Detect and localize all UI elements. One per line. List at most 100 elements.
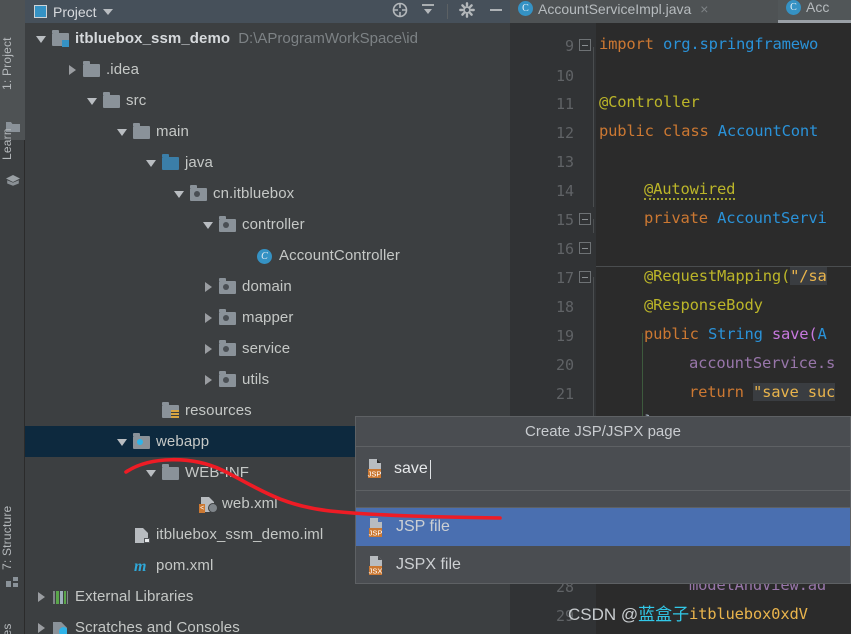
tree-row-package-mapper[interactable]: mapper (25, 302, 510, 333)
tool-tab-favorites[interactable]: tes (0, 600, 25, 634)
tree-row-package-cn-itbluebox[interactable]: cn.itbluebox (25, 178, 510, 209)
module-folder-icon (52, 29, 69, 47)
resource-root-icon (162, 401, 179, 419)
tool-tab-learn-label: Learn (0, 128, 14, 160)
chevron-right-icon[interactable] (202, 311, 216, 325)
locate-icon[interactable] (391, 1, 409, 22)
chevron-right-icon[interactable] (66, 63, 80, 77)
java-class-icon: C (518, 1, 533, 16)
project-panel-header: Project (25, 0, 510, 23)
tree-label: pom.xml (156, 557, 214, 574)
code-line-15: private AccountServi (644, 209, 827, 227)
chevron-down-icon[interactable] (102, 8, 113, 15)
jsp-file-icon: JSP (367, 517, 387, 537)
chevron-right-icon[interactable] (202, 373, 216, 387)
code-line-14: @Autowired (644, 180, 736, 200)
chevron-down-icon[interactable] (116, 435, 130, 449)
tree-label: controller (242, 216, 305, 233)
csdn-watermark-author: 蓝盒子 (638, 605, 690, 624)
tree-row-class-accountcontroller[interactable]: C AccountController (25, 240, 510, 271)
chevron-down-icon[interactable] (86, 94, 100, 108)
package-icon (190, 184, 207, 202)
tree-row-src[interactable]: src (25, 85, 510, 116)
editor-tab-label: Acc (806, 0, 830, 15)
project-panel-title-group[interactable]: Project (25, 4, 113, 20)
new-file-name-input[interactable]: JSP save (356, 447, 850, 491)
gutter-guide-line (593, 219, 594, 233)
package-icon (219, 277, 236, 295)
learn-icon (5, 172, 21, 188)
code-line-21: return "save suc (689, 383, 836, 401)
tree-label: Scratches and Consoles (75, 619, 240, 634)
chevron-down-icon[interactable] (202, 218, 216, 232)
svg-text:JSX: JSX (369, 566, 383, 575)
close-icon[interactable]: × (700, 1, 708, 17)
tree-row-main[interactable]: main (25, 116, 510, 147)
tool-tab-structure[interactable]: 7: Structure (0, 458, 25, 570)
chevron-right-icon[interactable] (202, 342, 216, 356)
project-panel-title: Project (53, 3, 97, 20)
tree-row-idea[interactable]: .idea (25, 54, 510, 85)
folder-icon (103, 91, 120, 109)
folder-icon (133, 122, 150, 140)
fold-collapse-icon[interactable] (579, 213, 592, 226)
tree-label: src (126, 92, 147, 109)
code-line-9: import org.springframewo (599, 35, 819, 53)
tree-row-external-libraries[interactable]: External Libraries (25, 581, 510, 612)
code-line-12: public class AccountCont (599, 122, 819, 140)
new-file-name-value: save (394, 459, 431, 479)
line-number: 11 (555, 95, 574, 113)
tree-label: webapp (156, 433, 210, 450)
code-line-29: itbluebox0xdV (689, 605, 808, 623)
tree-row-package-domain[interactable]: domain (25, 271, 510, 302)
fold-collapse-icon[interactable] (579, 38, 592, 52)
popup-option-jspx-file[interactable]: JSX JSPX file (356, 546, 850, 584)
chevron-down-icon[interactable] (145, 466, 159, 480)
package-icon (219, 215, 236, 233)
code-line-20: accountService.s (689, 354, 836, 372)
web-root-icon (133, 432, 150, 450)
chevron-right-icon[interactable] (35, 621, 49, 634)
java-class-icon: C (256, 248, 273, 264)
fold-collapse-icon[interactable] (579, 241, 592, 255)
csdn-watermark: CSDN @蓝盒子 (568, 600, 689, 625)
line-number: 19 (555, 327, 574, 345)
xml-file-icon: < (199, 496, 218, 513)
fold-collapse-icon[interactable] (579, 271, 592, 284)
editor-tab-accountserviceimpl[interactable]: C AccountServiceImpl.java × (510, 0, 778, 23)
tool-tab-project[interactable]: 1: Project (0, 0, 25, 90)
chevron-down-icon[interactable] (35, 32, 49, 46)
tool-tab-project-label: 1: Project (0, 37, 14, 90)
no-arrow (145, 404, 159, 418)
chevron-down-icon[interactable] (173, 187, 187, 201)
line-number: 21 (555, 385, 574, 403)
tree-row-java[interactable]: java (25, 147, 510, 178)
package-icon (219, 308, 236, 326)
svg-text:JSP: JSP (368, 469, 382, 478)
tree-label: cn.itbluebox (213, 185, 295, 202)
tree-row-project[interactable]: itbluebox_ssm_demo D:\AProgramWorkSpace\… (25, 23, 510, 54)
tree-row-package-controller[interactable]: controller (25, 209, 510, 240)
minimize-icon[interactable] (486, 1, 506, 22)
line-number: 13 (555, 153, 574, 171)
tree-row-package-utils[interactable]: utils (25, 364, 510, 395)
tree-row-scratches[interactable]: Scratches and Consoles (25, 612, 510, 634)
chevron-right-icon[interactable] (35, 590, 49, 604)
tree-label: itbluebox_ssm_demo (75, 30, 231, 47)
editor-tab-accountcontroller[interactable]: C Acc (778, 0, 851, 23)
editor-tab-bar: C AccountServiceImpl.java × C Acc (510, 0, 851, 23)
gear-icon[interactable] (458, 1, 476, 22)
popup-separator (356, 491, 850, 508)
collapse-all-icon[interactable] (419, 1, 437, 22)
popup-option-jsp-file[interactable]: JSP JSP file (356, 508, 850, 546)
tree-row-package-service[interactable]: service (25, 333, 510, 364)
csdn-watermark-prefix: CSDN @ (568, 605, 639, 624)
chevron-right-icon[interactable] (202, 280, 216, 294)
chevron-down-icon[interactable] (145, 156, 159, 170)
iml-file-icon (133, 527, 150, 543)
chevron-down-icon[interactable] (116, 125, 130, 139)
left-tool-strip: 1: Project Learn 7: Structure tes (0, 0, 25, 634)
tool-tab-learn[interactable]: Learn (0, 96, 25, 160)
structure-icon (5, 574, 21, 590)
tree-label: java (185, 154, 213, 171)
